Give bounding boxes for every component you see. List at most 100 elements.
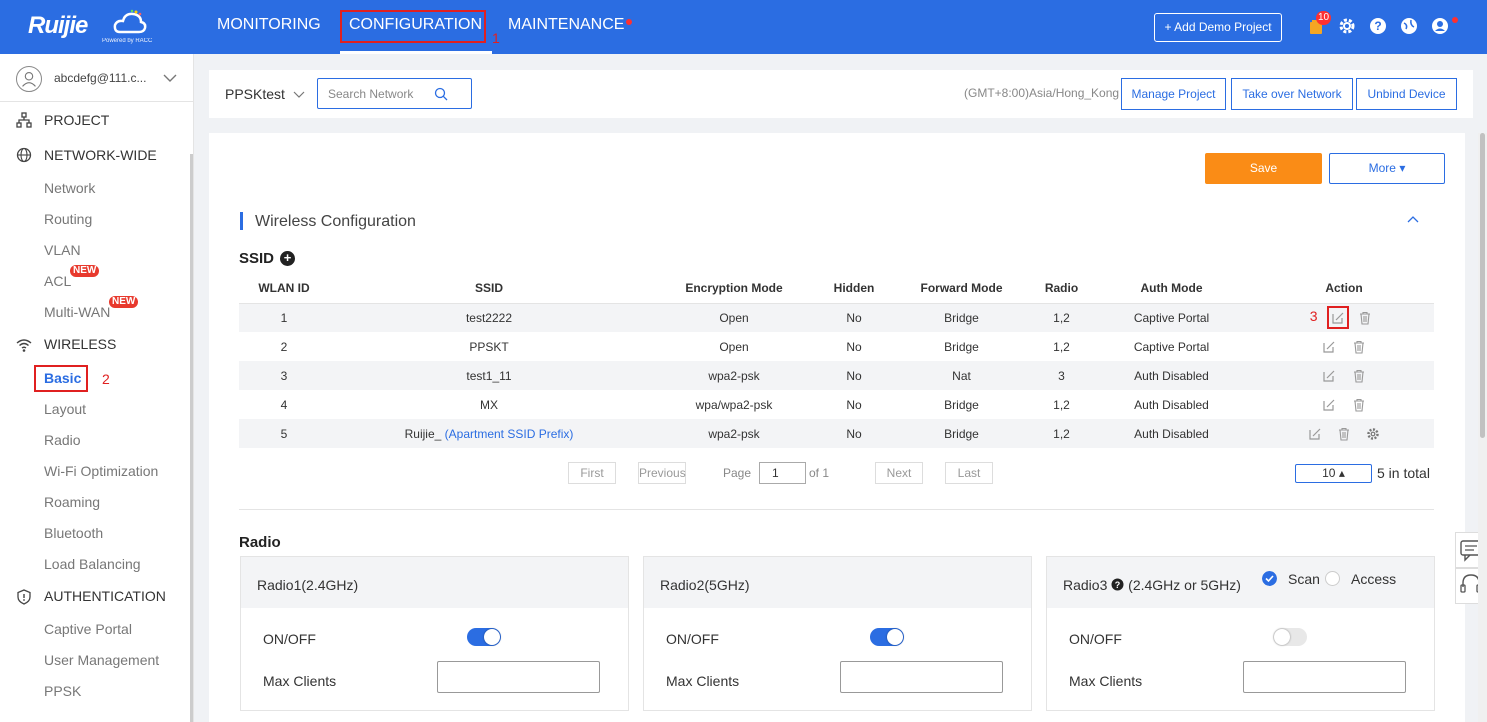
ssid-prefix-link[interactable]: (Apartment SSID Prefix) [445, 427, 574, 441]
add-demo-project-button[interactable]: + Add Demo Project [1154, 13, 1282, 42]
table-row[interactable]: 4 MX wpa/wpa2-psk No Bridge 1,2 Auth Dis… [239, 390, 1434, 419]
access-radio[interactable] [1325, 571, 1340, 586]
edit-icon[interactable] [1331, 311, 1345, 325]
radio3-toggle[interactable] [1273, 628, 1307, 646]
first-page-button[interactable]: First [568, 462, 616, 484]
table-row[interactable]: 2 PPSKT Open No Bridge 1,2 Captive Porta… [239, 332, 1434, 361]
edit-icon[interactable] [1322, 340, 1336, 354]
col-action: Action [1254, 274, 1434, 304]
cell-radio: 1,2 [1034, 419, 1089, 448]
delete-icon[interactable] [1352, 369, 1366, 383]
nav-monitoring[interactable]: MONITORING [217, 16, 321, 34]
take-over-network-button[interactable]: Take over Network [1231, 78, 1353, 110]
radio1-card: Radio1(2.4GHz) ON/OFF Max Clients [240, 556, 629, 711]
sidebar-item-basic[interactable]: Basic [44, 370, 81, 386]
settings-icon[interactable] [1366, 427, 1380, 441]
sidebar-item-layout[interactable]: Layout [44, 401, 86, 417]
user-icon[interactable] [1431, 17, 1449, 35]
sidebar-item-multi-wan[interactable]: Multi-WAN [44, 304, 110, 320]
search-icon[interactable] [434, 87, 448, 101]
radio1-max-clients-input[interactable] [437, 661, 600, 693]
col-hidden: Hidden [819, 274, 889, 304]
table-row[interactable]: 5 Ruijie_ (Apartment SSID Prefix) wpa2-p… [239, 419, 1434, 448]
help-icon[interactable]: ? [1111, 578, 1124, 591]
sidebar-item-project[interactable]: PROJECT [44, 112, 109, 128]
ssid-table: WLAN ID SSID Encryption Mode Hidden Forw… [239, 274, 1434, 448]
ruijie-logo[interactable]: Ruijie Powered by RACC [28, 8, 153, 46]
radio1-toggle[interactable] [467, 628, 501, 646]
gear-icon[interactable] [1338, 17, 1356, 35]
maintenance-dot [626, 19, 632, 25]
delete-icon[interactable] [1352, 398, 1366, 412]
save-button[interactable]: Save [1205, 153, 1322, 184]
radio3-max-clients-input[interactable] [1243, 661, 1406, 693]
sidebar-item-wifi-optimization[interactable]: Wi-Fi Optimization [44, 463, 158, 479]
nav-maintenance[interactable]: MAINTENANCE [508, 16, 624, 34]
help-icon[interactable]: ? [1369, 17, 1387, 35]
project-toolbar: PPSKtest Search Network (GMT+8:00)Asia/H… [209, 70, 1473, 118]
cell-id: 3 [239, 361, 329, 390]
new-badge: NEW [70, 265, 100, 277]
chevron-up-icon[interactable] [1407, 215, 1419, 223]
radio2-toggle[interactable] [870, 628, 904, 646]
powered-by: Powered by RACC [102, 38, 153, 44]
table-row[interactable]: 3 test1_11 wpa2-psk No Nat 3 Auth Disabl… [239, 361, 1434, 390]
previous-page-button[interactable]: Previous [638, 462, 686, 484]
sidebar-item-wireless[interactable]: WIRELESS [44, 336, 116, 352]
sidebar-item-roaming[interactable]: Roaming [44, 494, 100, 510]
cell-fwd: Bridge [944, 397, 979, 412]
sidebar-item-acl[interactable]: ACL [44, 273, 71, 289]
sidebar-item-routing[interactable]: Routing [44, 211, 92, 227]
scrollbar-thumb[interactable] [1480, 133, 1485, 438]
cell-enc: Open [719, 339, 749, 354]
page-scrollbar[interactable] [1478, 133, 1487, 722]
table-row[interactable]: 1 test2222 Open No Bridge 1,2 Captive Po… [239, 303, 1434, 332]
onoff-label: ON/OFF [1069, 631, 1122, 647]
more-label: More [1368, 161, 1396, 175]
sidebar-item-vlan[interactable]: VLAN [44, 242, 81, 258]
sidebar-item-bluetooth[interactable]: Bluetooth [44, 525, 103, 541]
annotation-3: 3 [1309, 308, 1318, 325]
nav-configuration[interactable]: CONFIGURATION [349, 16, 482, 34]
sidebar-item-radio[interactable]: Radio [44, 432, 81, 448]
ssid-title: SSID [239, 250, 275, 267]
sidebar-item-load-balancing[interactable]: Load Balancing [44, 556, 141, 572]
cell-ssid: test1_11 [329, 361, 649, 390]
page-size-select[interactable]: 10 ▴ [1295, 464, 1372, 483]
user-selector[interactable]: abcdefg@111.c... [0, 54, 194, 102]
sidebar-item-ppsk[interactable]: PPSK [44, 683, 81, 699]
ssid-text: Ruijie_ [404, 426, 442, 441]
globe-icon[interactable] [1400, 17, 1418, 35]
radio2-max-clients-input[interactable] [840, 661, 1003, 693]
search-input[interactable]: Search Network [317, 78, 472, 109]
delete-icon[interactable] [1352, 340, 1366, 354]
sidebar-item-network-wide[interactable]: NETWORK-WIDE [44, 147, 157, 163]
more-button[interactable]: More ▾ [1329, 153, 1445, 184]
edit-icon[interactable] [1322, 369, 1336, 383]
project-selector[interactable]: PPSKtest [225, 86, 305, 102]
globe-icon [16, 147, 32, 163]
annotation-2: 2 [102, 371, 110, 387]
unbind-device-button[interactable]: Unbind Device [1356, 78, 1457, 110]
sidebar-item-authentication[interactable]: AUTHENTICATION [44, 588, 166, 604]
cell-ssid: Ruijie_ (Apartment SSID Prefix) [329, 419, 649, 448]
delete-icon[interactable] [1337, 427, 1351, 441]
manage-project-button[interactable]: Manage Project [1121, 78, 1226, 110]
page-number-input[interactable]: 1 [759, 462, 806, 484]
sidebar-item-network[interactable]: Network [44, 180, 95, 196]
cell-hidden: No [819, 419, 889, 448]
delete-icon[interactable] [1358, 311, 1372, 325]
shield-icon [17, 589, 31, 605]
cell-radio: 1,2 [1034, 303, 1089, 332]
annotation-1: 1 [492, 30, 500, 46]
sidebar-item-captive-portal[interactable]: Captive Portal [44, 621, 132, 637]
cell-fwd: Nat [889, 361, 1034, 390]
edit-icon[interactable] [1308, 427, 1322, 441]
add-ssid-icon[interactable]: + [280, 251, 295, 266]
sidebar-scrollbar[interactable] [190, 154, 193, 722]
next-page-button[interactable]: Next [875, 462, 923, 484]
last-page-button[interactable]: Last [945, 462, 993, 484]
sidebar-item-user-management[interactable]: User Management [44, 652, 159, 668]
scan-radio-checked[interactable] [1262, 571, 1277, 586]
edit-icon[interactable] [1322, 398, 1336, 412]
